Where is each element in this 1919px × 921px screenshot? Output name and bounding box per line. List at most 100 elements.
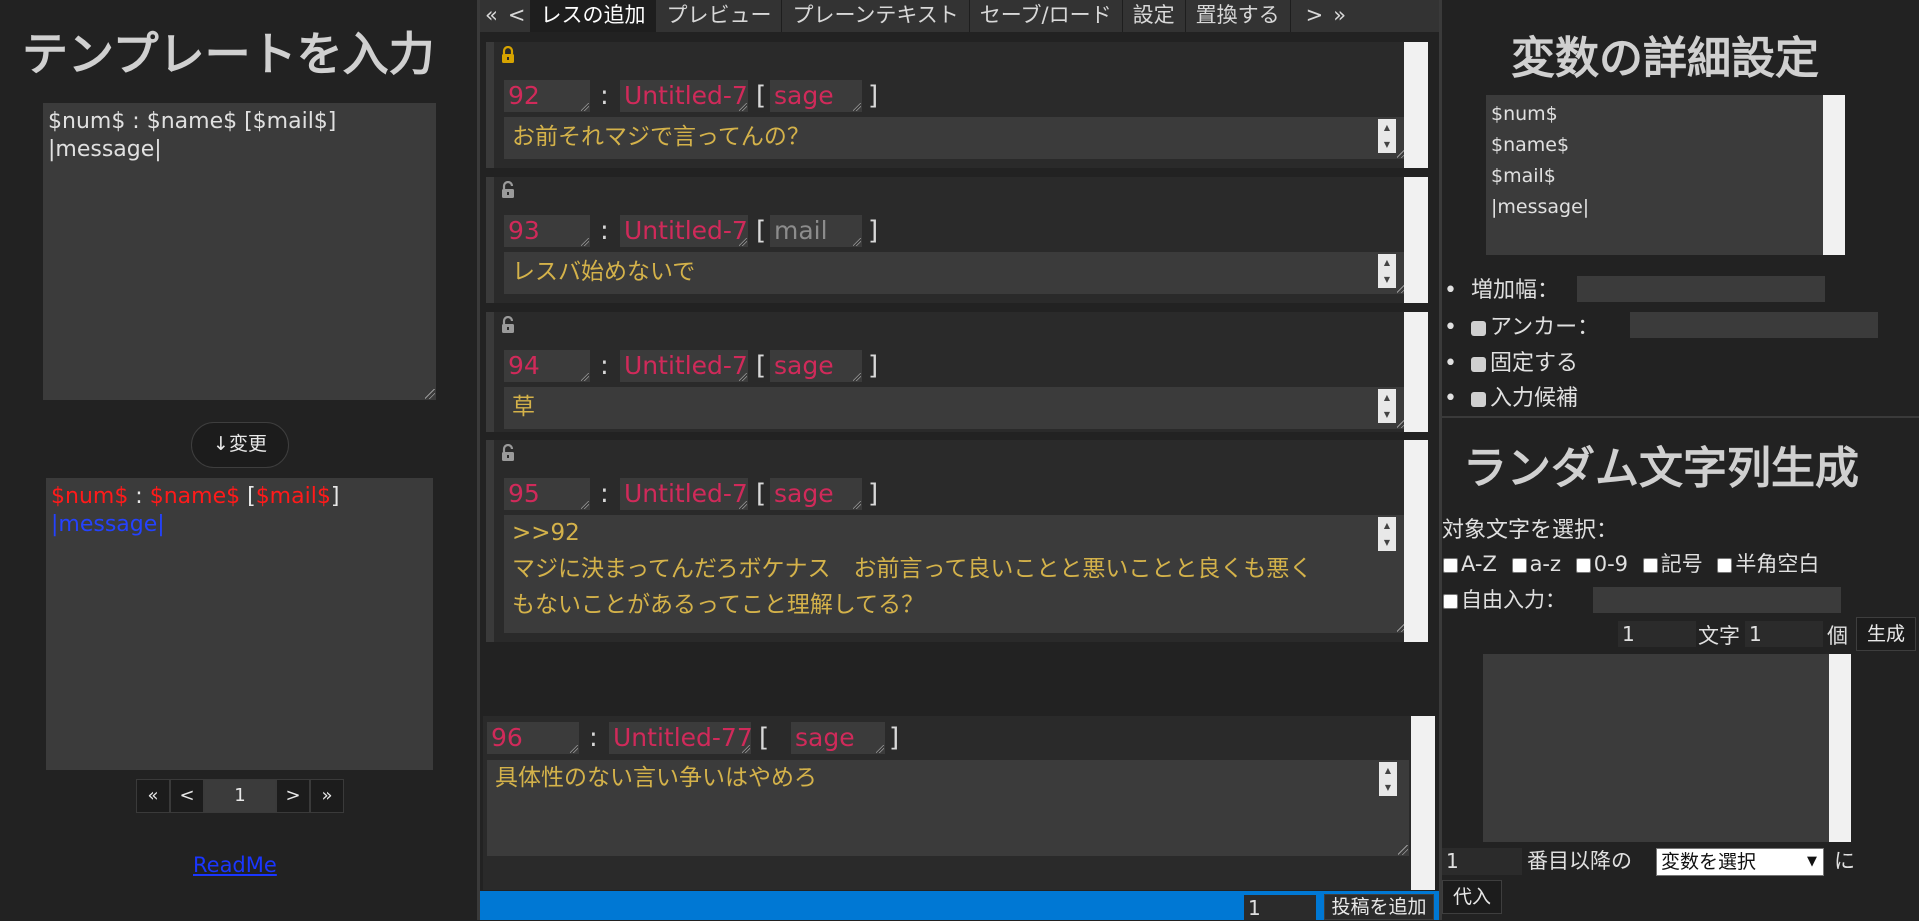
- arrow-down-icon[interactable]: ▼: [1378, 406, 1396, 423]
- readme-link[interactable]: ReadMe: [193, 853, 277, 877]
- option-checkbox[interactable]: [1717, 557, 1733, 573]
- resize-grip[interactable]: [739, 238, 747, 246]
- post-count-input[interactable]: 1: [1244, 895, 1316, 920]
- assign-button[interactable]: 代入: [1442, 880, 1502, 914]
- arrow-up-icon[interactable]: ▲: [1378, 119, 1396, 136]
- pager-page-input[interactable]: 1: [204, 779, 276, 813]
- post-scrollbar[interactable]: [1404, 177, 1428, 303]
- lock-open-icon[interactable]: [500, 316, 516, 334]
- tab-preview[interactable]: プレビュー: [656, 0, 783, 32]
- candidates-checkbox[interactable]: [1470, 391, 1486, 407]
- arrow-down-icon[interactable]: ▼: [1378, 136, 1396, 153]
- anchor-input[interactable]: [1630, 312, 1878, 338]
- post-body-textarea[interactable]: レスバ始めないで ▲ ▼: [504, 252, 1408, 294]
- post-body-textarea[interactable]: 草 ▲ ▼: [504, 387, 1408, 429]
- resize-grip[interactable]: [742, 745, 750, 753]
- free-input-checkbox[interactable]: [1443, 593, 1458, 609]
- arrow-down-icon[interactable]: ▼: [1379, 779, 1397, 796]
- arrow-up-icon[interactable]: ▲: [1379, 762, 1397, 779]
- variable-item[interactable]: |message|: [1491, 192, 1840, 223]
- start-index-input[interactable]: 1: [1442, 848, 1522, 875]
- post-body-textarea[interactable]: お前それマジで言ってんの？ ▲ ▼: [504, 117, 1408, 159]
- option-checkbox[interactable]: [1511, 557, 1527, 573]
- tab-nav-prev[interactable]: <: [503, 0, 531, 32]
- resize-grip[interactable]: [739, 373, 747, 381]
- textarea-scroll-arrows[interactable]: ▲ ▼: [1378, 389, 1396, 423]
- count-input[interactable]: 1: [1745, 621, 1823, 647]
- fixed-checkbox[interactable]: [1470, 356, 1486, 372]
- textarea-scroll-arrows[interactable]: ▲ ▼: [1378, 254, 1396, 288]
- new-post-num-input[interactable]: 96: [487, 722, 579, 754]
- pager-next-button[interactable]: >: [276, 779, 310, 813]
- tab-save-load[interactable]: セーブ/ロード: [970, 0, 1123, 32]
- post-mail-input[interactable]: sage: [770, 350, 862, 382]
- generate-button[interactable]: 生成: [1856, 617, 1916, 651]
- post-num-input[interactable]: 92: [504, 80, 590, 112]
- tab-add-post[interactable]: レスの追加: [530, 0, 657, 32]
- arrow-up-icon[interactable]: ▲: [1378, 517, 1396, 534]
- post-name-input[interactable]: Untitled-774: [620, 478, 748, 510]
- lock-open-icon[interactable]: [500, 444, 516, 462]
- lock-open-icon[interactable]: [500, 181, 516, 199]
- variable-list-scrollbar[interactable]: [1823, 95, 1845, 255]
- post-name-input[interactable]: Untitled-774: [620, 215, 748, 247]
- pager-prev-button[interactable]: <: [170, 779, 204, 813]
- resize-grip[interactable]: [853, 238, 861, 246]
- lock-closed-icon[interactable]: [500, 46, 516, 64]
- arrow-up-icon[interactable]: ▲: [1378, 389, 1396, 406]
- add-post-button[interactable]: 投稿を追加: [1324, 894, 1434, 920]
- output-scrollbar[interactable]: [1829, 654, 1851, 842]
- resize-grip[interactable]: [425, 389, 435, 399]
- variable-item[interactable]: $mail$: [1491, 161, 1840, 192]
- resize-grip[interactable]: [739, 501, 747, 509]
- free-input-field[interactable]: [1593, 587, 1841, 613]
- post-mail-input[interactable]: sage: [770, 80, 862, 112]
- post-mail-input[interactable]: mail: [770, 215, 862, 247]
- arrow-up-icon[interactable]: ▲: [1378, 254, 1396, 271]
- variable-select[interactable]: 変数を選択 ▼: [1656, 848, 1824, 876]
- resize-grip[interactable]: [739, 103, 747, 111]
- post-num-input[interactable]: 94: [504, 350, 590, 382]
- post-scrollbar[interactable]: [1404, 440, 1428, 642]
- post-scrollbar[interactable]: [1404, 42, 1428, 168]
- post-name-input[interactable]: Untitled-774: [620, 80, 748, 112]
- resize-grip[interactable]: [853, 373, 861, 381]
- template-textarea[interactable]: $num$ : $name$ [$mail$] |message|: [43, 103, 436, 400]
- random-output-textarea[interactable]: [1483, 654, 1851, 842]
- post-mail-input[interactable]: sage: [770, 478, 862, 510]
- resize-grip[interactable]: [581, 501, 589, 509]
- option-checkbox[interactable]: [1443, 557, 1458, 573]
- resize-grip[interactable]: [853, 501, 861, 509]
- variable-list[interactable]: $num$ $name$ $mail$ |message|: [1486, 95, 1845, 255]
- change-button[interactable]: ↓変更: [191, 422, 289, 468]
- arrow-down-icon[interactable]: ▼: [1378, 534, 1396, 551]
- resize-grip[interactable]: [581, 373, 589, 381]
- textarea-scroll-arrows[interactable]: ▲ ▼: [1379, 762, 1397, 796]
- pager-first-button[interactable]: «: [136, 779, 170, 813]
- tab-settings[interactable]: 設定: [1123, 0, 1186, 32]
- resize-grip[interactable]: [1398, 845, 1408, 855]
- tab-nav-last[interactable]: »: [1328, 0, 1351, 32]
- resize-grip[interactable]: [853, 103, 861, 111]
- pager-last-button[interactable]: »: [310, 779, 344, 813]
- resize-grip[interactable]: [876, 745, 884, 753]
- variable-item[interactable]: $name$: [1491, 130, 1840, 161]
- textarea-scroll-arrows[interactable]: ▲ ▼: [1378, 119, 1396, 153]
- post-scrollbar[interactable]: [1404, 312, 1428, 432]
- tab-plain-text[interactable]: プレーンテキスト: [782, 0, 970, 32]
- textarea-scroll-arrows[interactable]: ▲ ▼: [1378, 517, 1396, 551]
- tab-nav-next[interactable]: >: [1301, 0, 1329, 32]
- new-post-mail-input[interactable]: sage: [791, 722, 885, 754]
- post-body-textarea[interactable]: >>92 マジに決まってんだろボケナス お前言って良いことと悪いことと良くも悪く…: [504, 515, 1408, 633]
- tab-nav-first[interactable]: «: [480, 0, 503, 32]
- resize-grip[interactable]: [581, 238, 589, 246]
- new-post-body-textarea[interactable]: 具体性のない言い争いはやめろ ▲ ▼: [487, 760, 1409, 856]
- variable-item[interactable]: $num$: [1491, 99, 1840, 130]
- anchor-checkbox[interactable]: [1470, 320, 1486, 336]
- tab-replace[interactable]: 置換する: [1186, 0, 1291, 32]
- length-input[interactable]: 1: [1618, 621, 1696, 647]
- post-num-input[interactable]: 93: [504, 215, 590, 247]
- option-checkbox[interactable]: [1642, 557, 1658, 573]
- arrow-down-icon[interactable]: ▼: [1378, 271, 1396, 288]
- post-name-input[interactable]: Untitled-774: [620, 350, 748, 382]
